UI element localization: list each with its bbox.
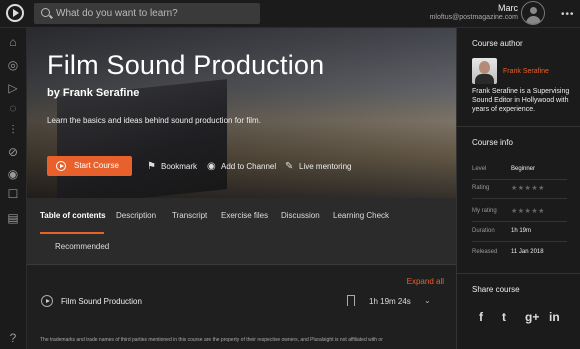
channel-icon: ◉ bbox=[207, 161, 216, 172]
info-label-rating: Rating bbox=[472, 185, 490, 191]
module-duration: 1h 19m 24s bbox=[369, 297, 411, 306]
search-input[interactable] bbox=[56, 3, 256, 24]
module-title[interactable]: Film Sound Production bbox=[61, 297, 142, 306]
tab-exercise-files[interactable]: Exercise files bbox=[221, 211, 268, 220]
avatar-body bbox=[526, 16, 541, 24]
my-rating-stars[interactable]: ★★★★★ bbox=[511, 207, 545, 215]
tab-discussion[interactable]: Discussion bbox=[281, 211, 320, 220]
expand-all-link[interactable]: Expand all bbox=[407, 277, 444, 286]
info-value-level: Beginner bbox=[511, 166, 536, 172]
share-course-heading: Share course bbox=[472, 285, 520, 294]
mentoring-icon: ✎ bbox=[285, 161, 294, 172]
course-description: Learn the basics and ideas behind sound … bbox=[47, 116, 261, 125]
search-box[interactable] bbox=[34, 3, 260, 24]
course-sidebar: Course author Frank Serafine Frank Seraf… bbox=[456, 28, 580, 349]
user-email: mloftus@postmagazine.com bbox=[429, 14, 518, 21]
start-course-label: Start Course bbox=[74, 161, 119, 170]
author-bio: Frank Serafine is a Supervising Sound Ed… bbox=[472, 88, 570, 113]
bookmarks-icon[interactable]: ☐ bbox=[5, 186, 21, 202]
user-info[interactable]: Marc mloftus@postmagazine.com bbox=[430, 3, 518, 21]
course-tabs: Table of contents Description Transcript… bbox=[27, 198, 456, 265]
add-to-channel-button[interactable]: ◉ Add to Channel bbox=[207, 161, 276, 172]
more-options-icon[interactable]: ••• bbox=[561, 9, 575, 20]
info-label-my-rating: My rating bbox=[472, 208, 497, 214]
home-icon[interactable]: ⌂ bbox=[5, 34, 21, 50]
skill-icon[interactable]: ◎ bbox=[5, 57, 21, 73]
info-label-released: Released bbox=[472, 249, 498, 255]
channels-icon[interactable]: ◌ bbox=[5, 100, 21, 116]
search-icon bbox=[41, 8, 50, 17]
author-photo[interactable] bbox=[472, 58, 497, 84]
module-play-icon[interactable] bbox=[41, 295, 53, 307]
course-author-heading: Course author bbox=[472, 39, 523, 48]
play-icon bbox=[56, 161, 66, 171]
course-author-line[interactable]: by Frank Serafine bbox=[47, 87, 139, 99]
analytics-icon[interactable]: ⫶ bbox=[5, 122, 21, 138]
trademark-disclaimer: The trademarks and trade names of third … bbox=[40, 337, 383, 343]
module-row[interactable]: Film Sound Production 1h 19m 24s ⌄ bbox=[40, 295, 445, 309]
tab-transcript[interactable]: Transcript bbox=[172, 211, 207, 220]
table-of-contents: Expand all Film Sound Production 1h 19m … bbox=[27, 265, 456, 349]
interactive-icon[interactable]: ⊘ bbox=[5, 144, 21, 160]
start-course-button[interactable]: Start Course bbox=[47, 156, 132, 176]
add-channel-label: Add to Channel bbox=[221, 162, 277, 171]
top-bar: Marc mloftus@postmagazine.com ••• bbox=[0, 0, 580, 28]
user-name: Marc bbox=[498, 3, 518, 13]
linkedin-icon[interactable]: in bbox=[549, 310, 560, 324]
course-title: Film Sound Production bbox=[47, 50, 325, 80]
info-value-duration: 1h 19m bbox=[511, 228, 532, 234]
live-icon[interactable]: ◉ bbox=[5, 166, 21, 182]
live-mentoring-button[interactable]: ✎ Live mentoring bbox=[285, 161, 351, 172]
pluralsight-logo-icon[interactable] bbox=[6, 4, 24, 22]
avatar-head bbox=[530, 7, 537, 14]
chevron-down-icon[interactable]: ⌄ bbox=[424, 296, 431, 305]
bookmark-button[interactable]: ⚑ Bookmark bbox=[147, 161, 197, 172]
notes-icon[interactable]: ▤ bbox=[5, 210, 21, 226]
divider bbox=[457, 273, 580, 274]
paths-icon[interactable]: ▷ bbox=[5, 80, 21, 96]
tab-recommended[interactable]: Recommended bbox=[55, 242, 109, 251]
left-nav: ⌂ ◎ ▷ ◌ ⫶ ⊘ ◉ ☐ ▤ ? bbox=[0, 28, 27, 349]
avatar[interactable] bbox=[521, 1, 545, 25]
mentoring-label: Live mentoring bbox=[299, 162, 352, 171]
help-icon[interactable]: ? bbox=[5, 330, 21, 346]
author-name-link[interactable]: Frank Serafine bbox=[503, 68, 549, 75]
tab-table-of-contents[interactable]: Table of contents bbox=[40, 211, 106, 220]
course-hero: Film Sound Production by Frank Serafine … bbox=[27, 28, 456, 198]
module-bookmark-icon[interactable] bbox=[347, 295, 355, 306]
course-info-heading: Course info bbox=[472, 138, 513, 147]
info-label-level: Level bbox=[472, 166, 487, 172]
info-label-duration: Duration bbox=[472, 228, 495, 234]
twitter-icon[interactable]: t bbox=[502, 310, 506, 324]
tab-learning-check[interactable]: Learning Check bbox=[333, 211, 389, 220]
google-plus-icon[interactable]: g+ bbox=[525, 310, 539, 324]
active-tab-indicator bbox=[40, 232, 104, 234]
divider bbox=[457, 126, 580, 127]
rating-stars: ★★★★★ bbox=[511, 185, 545, 192]
facebook-icon[interactable]: f bbox=[479, 310, 483, 324]
bookmark-label: Bookmark bbox=[161, 162, 198, 171]
info-value-released: 11 Jan 2018 bbox=[511, 249, 544, 255]
tab-description[interactable]: Description bbox=[116, 211, 156, 220]
bookmark-icon: ⚑ bbox=[147, 161, 156, 172]
